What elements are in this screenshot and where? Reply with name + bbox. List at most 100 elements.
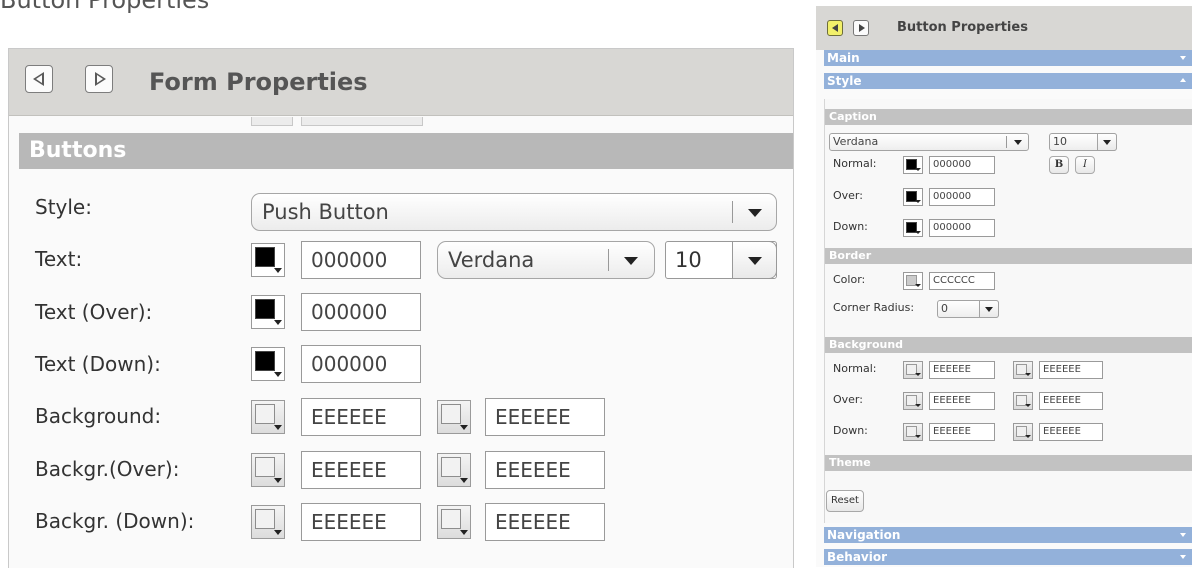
bg-down-swatch-2[interactable] (1013, 423, 1033, 441)
dropdown-arrow-icon (1025, 373, 1031, 376)
chevron-down-icon (1014, 140, 1022, 145)
background-over-swatch-2[interactable] (437, 453, 471, 487)
accordion-style[interactable]: Style (824, 73, 1192, 89)
bg-normal-input-2[interactable]: EEEEEE (1039, 361, 1103, 379)
caption-over-swatch[interactable] (903, 188, 923, 206)
bg-down-swatch-1[interactable] (903, 423, 923, 441)
caption-normal-swatch[interactable] (903, 156, 923, 174)
background-down-input-1[interactable]: EEEEEE (301, 503, 421, 541)
dropdown-arrow-icon (915, 284, 921, 287)
dropdown-arrow-icon (915, 373, 921, 376)
back-button[interactable] (827, 20, 843, 36)
background-down-input-2[interactable]: EEEEEE (485, 503, 605, 541)
bg-down-input-2[interactable]: EEEEEE (1039, 423, 1103, 441)
border-color-swatch[interactable] (903, 272, 923, 290)
theme-section-header: Theme (825, 455, 1192, 471)
caption-over-input[interactable]: 000000 (929, 188, 995, 206)
bg-normal-swatch-2[interactable] (1013, 361, 1033, 379)
forward-button[interactable] (85, 65, 113, 93)
background-down-swatch-1[interactable] (251, 505, 285, 539)
radius-dropdown-button[interactable] (979, 300, 999, 318)
dropdown-arrow-icon (274, 478, 282, 483)
background-down-swatch-2[interactable] (437, 505, 471, 539)
background-color-input-1[interactable]: EEEEEE (301, 398, 421, 436)
caption-normal-label: Normal: (833, 157, 877, 170)
scrolled-control-stub (251, 117, 293, 126)
dropdown-arrow-icon (915, 168, 921, 171)
border-color-input[interactable]: CCCCCC (929, 272, 995, 290)
caption-font-select[interactable]: Verdana (829, 133, 1029, 151)
caption-size-value: 10 (1053, 135, 1067, 148)
background-label: Background: (35, 404, 162, 428)
bg-over-swatch-2[interactable] (1013, 392, 1033, 410)
bg-over-swatch-1[interactable] (903, 392, 923, 410)
dropdown-arrow-icon (274, 425, 282, 430)
background-color-swatch-2[interactable] (437, 400, 471, 434)
background-over-input-2[interactable]: EEEEEE (485, 451, 605, 489)
size-dropdown-button[interactable] (1097, 133, 1117, 151)
chevron-down-icon (748, 257, 762, 265)
border-section-header: Border (825, 248, 1192, 264)
form-properties-panel: Form Properties Buttons Style: Push Butt… (8, 48, 794, 568)
caption-down-input[interactable]: 000000 (929, 219, 995, 237)
color-fill (255, 457, 275, 477)
dropdown-arrow-icon (915, 231, 921, 234)
bg-over-input-1[interactable]: EEEEEE (929, 392, 995, 410)
style-label: Style: (35, 195, 92, 219)
text-color-swatch[interactable] (251, 243, 285, 277)
bg-normal-input-1[interactable]: EEEEEE (929, 361, 995, 379)
font-select[interactable]: Verdana (437, 241, 655, 279)
italic-button[interactable]: I (1075, 156, 1095, 174)
dropdown-arrow-icon (1025, 435, 1031, 438)
accordion-main[interactable]: Main (824, 50, 1192, 66)
color-fill (255, 351, 275, 371)
color-fill (441, 509, 461, 529)
dropdown-arrow-icon (460, 530, 468, 535)
chevron-down-icon (624, 257, 638, 265)
bg-down-label: Down: (833, 424, 868, 437)
font-size-select[interactable]: 10 (665, 241, 777, 279)
accordion-navigation[interactable]: Navigation (824, 527, 1192, 543)
accordion-behavior-label: Behavior (827, 550, 888, 564)
caption-font-value: Verdana (833, 135, 879, 148)
caption-normal-input[interactable]: 000000 (929, 156, 995, 174)
divider (732, 201, 733, 223)
caption-down-swatch[interactable] (903, 219, 923, 237)
style-select-value: Push Button (262, 200, 389, 224)
back-button[interactable] (25, 65, 53, 93)
back-arrow-icon (33, 72, 44, 86)
text-over-color-input[interactable]: 000000 (301, 293, 421, 331)
style-accordion-content: Caption Verdana 10 Normal: 000000 B I Ov… (824, 99, 1192, 523)
forward-button[interactable] (853, 20, 869, 36)
text-down-color-swatch[interactable] (251, 347, 285, 381)
chevron-down-icon (1103, 140, 1111, 145)
button-properties-header: Button Properties (816, 6, 1192, 50)
accordion-behavior[interactable]: Behavior (824, 549, 1192, 565)
background-section-header: Background (825, 337, 1192, 353)
style-select[interactable]: Push Button (251, 193, 777, 231)
form-properties-header: Form Properties (9, 49, 793, 116)
color-fill (255, 299, 275, 319)
background-over-input-1[interactable]: EEEEEE (301, 451, 421, 489)
bold-button[interactable]: B (1049, 156, 1069, 174)
text-over-color-swatch[interactable] (251, 295, 285, 329)
border-color-label: Color: (833, 273, 866, 286)
corner-radius-select[interactable]: 0 (937, 300, 999, 318)
bg-normal-label: Normal: (833, 362, 877, 375)
background-color-swatch-1[interactable] (251, 400, 285, 434)
text-color-input[interactable]: 000000 (301, 241, 421, 279)
bg-down-input-1[interactable]: EEEEEE (929, 423, 995, 441)
font-size-dropdown-button[interactable] (732, 241, 777, 279)
panel-title: Button Properties (897, 20, 1028, 35)
reset-button[interactable]: Reset (826, 490, 864, 512)
dropdown-arrow-icon (274, 372, 282, 377)
dropdown-arrow-icon (915, 435, 921, 438)
caption-size-select[interactable]: 10 (1049, 133, 1117, 151)
bg-normal-swatch-1[interactable] (903, 361, 923, 379)
bg-over-input-2[interactable]: EEEEEE (1039, 392, 1103, 410)
color-fill (441, 457, 461, 477)
back-arrow-icon (832, 24, 838, 32)
text-down-color-input[interactable]: 000000 (301, 345, 421, 383)
background-over-swatch-1[interactable] (251, 453, 285, 487)
background-color-input-2[interactable]: EEEEEE (485, 398, 605, 436)
